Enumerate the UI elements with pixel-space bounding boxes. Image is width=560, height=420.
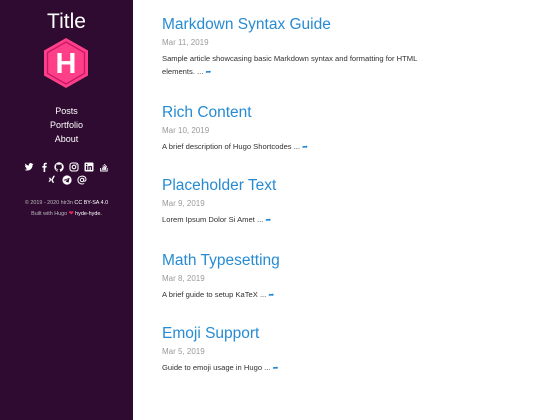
built-with-line: Built with Hugo ❤ hyde-hyde. bbox=[0, 209, 133, 220]
post-summary: A brief guide to setup KaTeX ... ➦ bbox=[162, 288, 452, 302]
sidebar: Title H Posts Portfolio About © 2019 - 2… bbox=[0, 0, 133, 420]
nav-portfolio[interactable]: Portfolio bbox=[0, 118, 133, 132]
license-link[interactable]: CC BY-SA 4.0 bbox=[74, 200, 108, 206]
post-date: Mar 8, 2019 bbox=[162, 274, 205, 283]
read-more-icon[interactable]: ➦ bbox=[268, 292, 274, 299]
post-item: Emoji Support Mar 5, 2019 Guide to emoji… bbox=[162, 325, 552, 375]
facebook-icon[interactable] bbox=[39, 162, 49, 172]
read-more-icon[interactable]: ➦ bbox=[265, 217, 271, 224]
post-title[interactable]: Math Typesetting bbox=[162, 252, 552, 270]
post-title[interactable]: Rich Content bbox=[162, 104, 552, 122]
theme-link[interactable]: hyde-hyde. bbox=[75, 211, 102, 217]
post-date: Mar 5, 2019 bbox=[162, 347, 205, 356]
post-summary-text: Guide to emoji usage in Hugo ... bbox=[162, 363, 271, 372]
email-icon[interactable] bbox=[76, 175, 87, 185]
post-item: Rich Content Mar 10, 2019 A brief descri… bbox=[162, 104, 552, 154]
post-date: Mar 11, 2019 bbox=[162, 38, 209, 47]
heart-icon: ❤ bbox=[68, 211, 74, 217]
post-title[interactable]: Emoji Support bbox=[162, 325, 552, 343]
github-icon[interactable] bbox=[54, 162, 64, 172]
read-more-icon[interactable]: ➦ bbox=[273, 365, 279, 372]
read-more-icon[interactable]: ➦ bbox=[302, 144, 308, 151]
post-title[interactable]: Markdown Syntax Guide bbox=[162, 16, 552, 34]
post-date: Mar 9, 2019 bbox=[162, 199, 205, 208]
stackoverflow-icon[interactable] bbox=[99, 162, 109, 172]
post-date: Mar 10, 2019 bbox=[162, 126, 210, 135]
copyright-line: © 2019 - 2020 htr3n CC BY-SA 4.0 bbox=[0, 198, 133, 209]
post-summary: Sample article showcasing basic Markdown… bbox=[162, 52, 452, 79]
instagram-icon[interactable] bbox=[69, 162, 79, 172]
post-item: Math Typesetting Mar 8, 2019 A brief gui… bbox=[162, 252, 552, 302]
linkedin-icon[interactable] bbox=[84, 162, 94, 172]
post-item: Placeholder Text Mar 9, 2019 Lorem Ipsum… bbox=[162, 177, 552, 227]
site-title[interactable]: Title bbox=[0, 10, 133, 34]
main-nav: Posts Portfolio About bbox=[0, 104, 133, 146]
copyright-text: © 2019 - 2020 htr3n bbox=[24, 200, 73, 206]
logo-letter: H bbox=[56, 48, 77, 80]
read-more-icon[interactable]: ➦ bbox=[206, 69, 212, 76]
post-title[interactable]: Placeholder Text bbox=[162, 177, 552, 195]
nav-posts[interactable]: Posts bbox=[0, 104, 133, 118]
post-summary-text: A brief description of Hugo Shortcodes .… bbox=[162, 142, 301, 151]
social-links bbox=[0, 162, 133, 185]
post-summary: Lorem Ipsum Dolor Si Amet ... ➦ bbox=[162, 213, 452, 227]
post-summary-text: Lorem Ipsum Dolor Si Amet ... bbox=[162, 215, 264, 224]
post-summary-text: A brief guide to setup KaTeX ... bbox=[162, 290, 267, 299]
hugo-logo-icon[interactable]: H bbox=[42, 37, 90, 89]
post-item: Markdown Syntax Guide Mar 11, 2019 Sampl… bbox=[162, 16, 552, 79]
xing-icon[interactable] bbox=[47, 175, 57, 185]
twitter-icon[interactable] bbox=[24, 162, 34, 172]
nav-about[interactable]: About bbox=[0, 132, 133, 146]
telegram-icon[interactable] bbox=[61, 175, 72, 185]
copyright: © 2019 - 2020 htr3n CC BY-SA 4.0 Built w… bbox=[0, 198, 133, 220]
post-summary: Guide to emoji usage in Hugo ... ➦ bbox=[162, 361, 452, 375]
built-with-text: Built with Hugo bbox=[31, 211, 68, 217]
post-summary: A brief description of Hugo Shortcodes .… bbox=[162, 140, 452, 154]
post-summary-text: Sample article showcasing basic Markdown… bbox=[162, 54, 418, 76]
